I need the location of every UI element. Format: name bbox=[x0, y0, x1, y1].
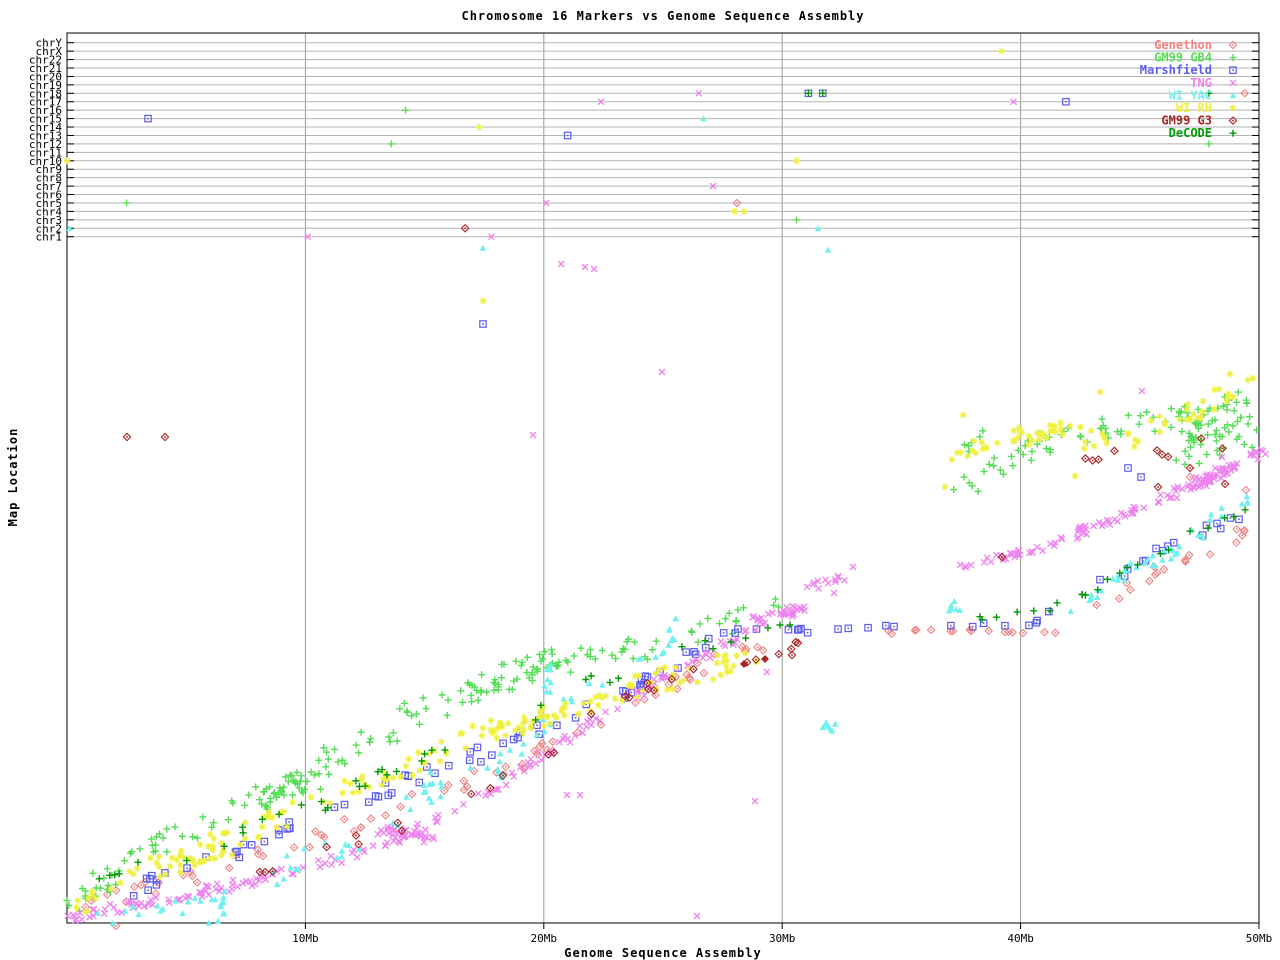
x-tick-label: 20Mb bbox=[531, 932, 558, 945]
legend-marker-diamond-icon bbox=[1229, 117, 1236, 124]
row-label-chr1: chr1 bbox=[36, 231, 63, 244]
grid bbox=[67, 33, 1259, 923]
x-tick-label: 10Mb bbox=[292, 932, 319, 945]
scatter-plot: 10Mb 20Mb 30Mb 40Mb 50Mb chrYchrXchr22chr21ch… bbox=[0, 0, 1280, 960]
x-tick-label: 30Mb bbox=[769, 932, 796, 945]
chromosome-labels: chrYchrXchr22chr21chr20chr19chr18chr17ch… bbox=[29, 37, 62, 244]
x-tick-label: 40Mb bbox=[1007, 932, 1034, 945]
series-genethon bbox=[82, 90, 1250, 930]
x-tick-label: 50Mb bbox=[1246, 932, 1273, 945]
legend: GenethonGM99 GB4MarshfieldTNGWI YACWI RH… bbox=[1140, 38, 1237, 140]
legend-marker-star-icon bbox=[1230, 105, 1236, 112]
chart-figure: Chromosome 16 Markers vs Genome Sequence… bbox=[0, 0, 1280, 960]
series-gm99-g3 bbox=[123, 225, 1228, 876]
legend-label-decode: DeCODE bbox=[1169, 126, 1212, 140]
x-axis-ticks: 10Mb 20Mb 30Mb 40Mb 50Mb bbox=[292, 923, 1272, 945]
plot-frame bbox=[67, 33, 1259, 923]
series-decode bbox=[96, 90, 1249, 882]
x-axis-label: Genome Sequence Assembly bbox=[67, 946, 1259, 960]
series-tng bbox=[65, 90, 1269, 923]
